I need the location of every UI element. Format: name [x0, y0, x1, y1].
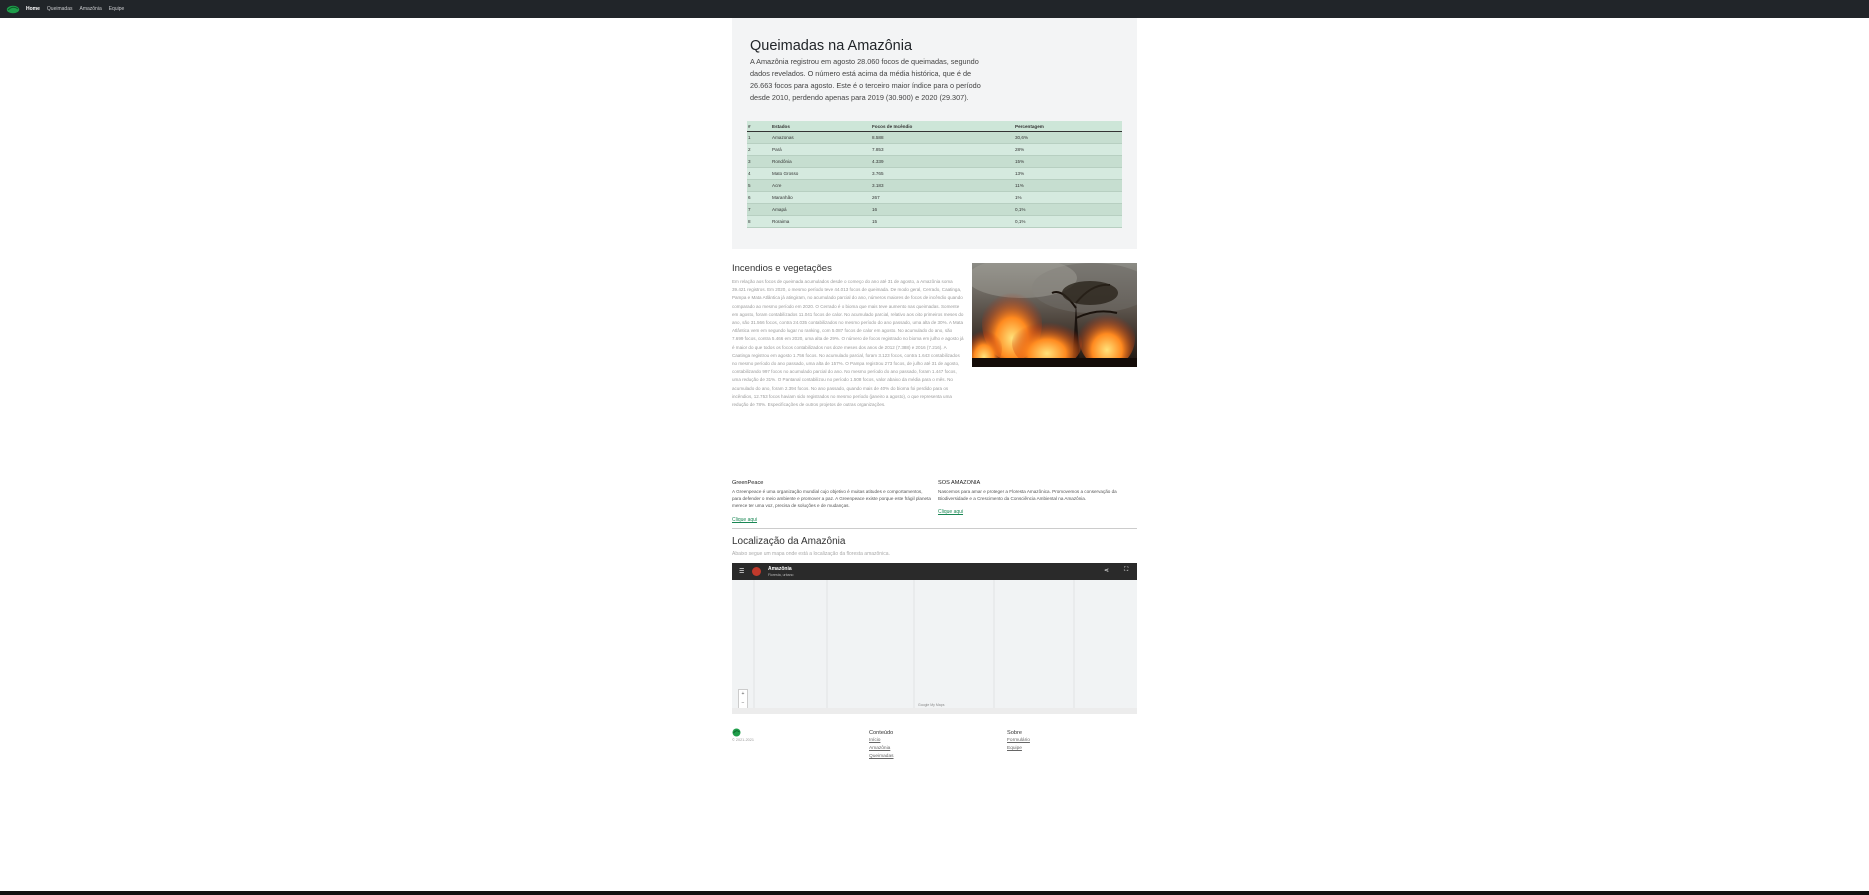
table-header-index: #: [747, 121, 771, 132]
footer-link-formulario[interactable]: Formulário: [1007, 738, 1030, 743]
map-title: Amazônia: [768, 566, 792, 572]
table-cell: 15%: [1014, 155, 1122, 168]
table-cell: Mato Grosso: [771, 167, 871, 180]
table-cell: 4.339: [871, 155, 1014, 168]
fullscreen-icon[interactable]: ⛶: [1124, 567, 1128, 574]
share-icon[interactable]: ⋖: [1104, 567, 1109, 574]
table-cell: 4: [747, 167, 771, 180]
incendios-text: Em relação aos focos de queimada acumula…: [732, 279, 964, 408]
hero-title: Queimadas na Amazônia: [750, 38, 913, 54]
nav-link-queimadas[interactable]: Queimadas: [47, 6, 73, 12]
section-divider: [732, 528, 1137, 529]
nav-link-home[interactable]: Home: [26, 6, 40, 12]
zoom-in-icon[interactable]: +: [739, 690, 747, 699]
org-text-greenpeace: A Greenpeace é uma organização mundial c…: [732, 489, 931, 508]
sos-amazonia-more-link[interactable]: Clique aqui: [938, 509, 963, 515]
table-cell: 0,1%: [1014, 203, 1122, 216]
nav-link-amazonia[interactable]: Amazônia: [79, 6, 101, 12]
org-text-sos-amazonia: Nascemos para amar e proteger a Floresta…: [938, 489, 1117, 501]
table-cell: 7.853: [871, 143, 1014, 156]
table-cell: 28%: [1014, 143, 1122, 156]
top-navbar: Home Queimadas Amazônia Equipe: [0, 0, 1869, 18]
table-row: 3 Rondônia 4.339 15%: [747, 155, 1122, 168]
footer-sobre-title: Sobre: [1007, 730, 1022, 736]
table-cell: 0,1%: [1014, 215, 1122, 228]
table-row: 2 Pará 7.853 28%: [747, 143, 1122, 156]
map-avatar-icon: [752, 567, 761, 576]
table-cell: Amapá: [771, 203, 871, 216]
amazon-leaf-logo-icon[interactable]: [6, 5, 20, 14]
footer-link-amazonia[interactable]: Amazônia: [869, 746, 890, 751]
table-row: 5 Acre 3.183 11%: [747, 179, 1122, 192]
hero-text: A Amazônia registrou em agosto 28.060 fo…: [750, 57, 981, 102]
footer-copyright: © 2021-2021: [732, 738, 755, 742]
table-cell: 2: [747, 143, 771, 156]
footer-link-inicio[interactable]: Início: [869, 738, 880, 743]
footer-conteudo-title: Conteúdo: [869, 730, 894, 736]
table-cell: 3.183: [871, 179, 1014, 192]
table-cell: 8.588: [871, 131, 1014, 144]
table-row: 4 Mato Grosso 3.765 13%: [747, 167, 1122, 180]
table-cell: 7: [747, 203, 771, 216]
nav-link-equipe[interactable]: Equipe: [109, 6, 125, 12]
table-row: 7 Amapá 16 0,1%: [747, 203, 1122, 216]
embedded-map[interactable]: ☰ Amazônia Floresta, urbano ⋖ ⛶ + − Goog…: [732, 563, 1137, 714]
map-grid: [753, 580, 1075, 708]
google-maps-logo-icon: Google My Maps: [918, 703, 945, 707]
table-header-percent: Percentagem: [1014, 121, 1122, 132]
table-cell: 11%: [1014, 179, 1122, 192]
zoom-controls: + −: [738, 689, 748, 710]
zoom-out-icon[interactable]: −: [739, 699, 747, 708]
amazon-forest-fire-image: [972, 263, 1137, 367]
footer-link-equipe[interactable]: Equipe: [1007, 746, 1022, 751]
location-subtitle: Abaixo segue um mapa onde está a localiz…: [732, 551, 890, 557]
forest-fire-icon: [972, 263, 1137, 367]
location-title: Localização da Amazônia: [732, 536, 846, 547]
footer-leaf-logo-icon[interactable]: [732, 728, 741, 737]
table-cell: 3.765: [871, 167, 1014, 180]
table-cell: Maranhão: [771, 191, 871, 204]
table-cell: Acre: [771, 179, 871, 192]
table-cell: 1%: [1014, 191, 1122, 204]
table-cell: 5: [747, 179, 771, 192]
footer-link-queimadas[interactable]: Queimadas: [869, 754, 894, 759]
table-cell: 3: [747, 155, 771, 168]
table-cell: Roraima: [771, 215, 871, 228]
fire-focus-table: # Estados Focos de Incêndio Percentagem …: [747, 121, 1122, 228]
table-cell: 30,6%: [1014, 131, 1122, 144]
table-row: 6 Maranhão 267 1%: [747, 191, 1122, 204]
table-cell: 16: [871, 203, 1014, 216]
table-cell: Rondônia: [771, 155, 871, 168]
map-footer-bar: [732, 708, 1137, 714]
org-title-greenpeace: GreenPeace: [732, 480, 764, 486]
table-header-row: # Estados Focos de Incêndio Percentagem: [747, 121, 1122, 132]
map-legend-icon[interactable]: ☰: [739, 568, 744, 575]
table-cell: Pará: [771, 143, 871, 156]
map-header-bar: ☰ Amazônia Floresta, urbano ⋖ ⛶: [732, 563, 1137, 580]
table-row: 8 Roraima 15 0,1%: [747, 215, 1122, 228]
bottom-edge: [0, 891, 1869, 895]
table-cell: Amazonas: [771, 131, 871, 144]
table-cell: 1: [747, 131, 771, 144]
org-title-sos-amazonia: SOS AMAZONIA: [938, 480, 981, 486]
table-cell: 13%: [1014, 167, 1122, 180]
table-cell: 15: [871, 215, 1014, 228]
table-header-state: Estados: [771, 121, 871, 132]
table-row: 1 Amazonas 8.588 30,6%: [747, 131, 1122, 144]
table-cell: 6: [747, 191, 771, 204]
table-cell: 8: [747, 215, 771, 228]
map-subtitle: Floresta, urbano: [768, 573, 794, 577]
table-header-focus: Focos de Incêndio: [871, 121, 1014, 132]
incendios-title: Incendios e vegetações: [732, 263, 832, 274]
greenpeace-more-link[interactable]: Clique aqui: [732, 517, 757, 523]
table-cell: 267: [871, 191, 1014, 204]
